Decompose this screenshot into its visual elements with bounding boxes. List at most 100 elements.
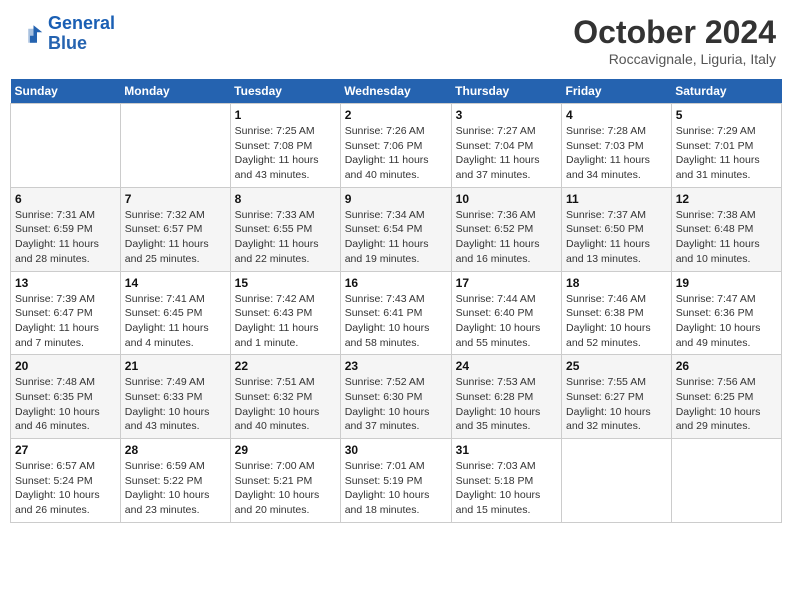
day-info: Sunrise: 7:53 AMSunset: 6:28 PMDaylight:…: [456, 375, 557, 434]
header-cell-saturday: Saturday: [671, 79, 781, 104]
week-row-2: 6Sunrise: 7:31 AMSunset: 6:59 PMDaylight…: [11, 187, 782, 271]
day-number: 10: [456, 192, 557, 206]
header-cell-tuesday: Tuesday: [230, 79, 340, 104]
day-cell: 25Sunrise: 7:55 AMSunset: 6:27 PMDayligh…: [562, 355, 672, 439]
day-cell: 3Sunrise: 7:27 AMSunset: 7:04 PMDaylight…: [451, 104, 561, 188]
day-info: Sunrise: 7:34 AMSunset: 6:54 PMDaylight:…: [345, 208, 447, 267]
day-info: Sunrise: 7:32 AMSunset: 6:57 PMDaylight:…: [125, 208, 226, 267]
day-cell: [11, 104, 121, 188]
day-info: Sunrise: 7:55 AMSunset: 6:27 PMDaylight:…: [566, 375, 667, 434]
day-cell: [562, 439, 672, 523]
day-number: 29: [235, 443, 336, 457]
logo: General Blue: [16, 14, 115, 54]
day-number: 11: [566, 192, 667, 206]
day-info: Sunrise: 7:51 AMSunset: 6:32 PMDaylight:…: [235, 375, 336, 434]
day-info: Sunrise: 7:37 AMSunset: 6:50 PMDaylight:…: [566, 208, 667, 267]
day-info: Sunrise: 7:47 AMSunset: 6:36 PMDaylight:…: [676, 292, 777, 351]
day-cell: 20 Sunrise: 7:48 AMSunset: 6:35 PMDayligh…: [11, 355, 121, 439]
day-number: 17: [456, 276, 557, 290]
day-info: Sunrise: 7:01 AMSunset: 5:19 PMDaylight:…: [345, 459, 447, 518]
day-number: 31: [456, 443, 557, 457]
header-cell-monday: Monday: [120, 79, 230, 104]
day-number: 24: [456, 359, 557, 373]
day-number: 5: [676, 108, 777, 122]
day-cell: 21Sunrise: 7:49 AMSunset: 6:33 PMDayligh…: [120, 355, 230, 439]
day-cell: 10 Sunrise: 7:36 AMSunset: 6:52 PMDayligh…: [451, 187, 561, 271]
logo-icon: [16, 20, 44, 48]
day-number: 18: [566, 276, 667, 290]
day-number: 7: [125, 192, 226, 206]
day-cell: 1Sunrise: 7:25 AMSunset: 7:08 PMDaylight…: [230, 104, 340, 188]
day-info: Sunrise: 7:38 AMSunset: 6:48 PMDaylight:…: [676, 208, 777, 267]
day-cell: [120, 104, 230, 188]
day-cell: 18 Sunrise: 7:46 AMSunset: 6:38 PMDayligh…: [562, 271, 672, 355]
header-row: SundayMondayTuesdayWednesdayThursdayFrid…: [11, 79, 782, 104]
day-info: Sunrise: 7:27 AMSunset: 7:04 PMDaylight:…: [456, 124, 557, 183]
day-info: Sunrise: 7:56 AMSunset: 6:25 PMDaylight:…: [676, 375, 777, 434]
day-cell: 19 Sunrise: 7:47 AMSunset: 6:36 PMDayligh…: [671, 271, 781, 355]
day-cell: 6Sunrise: 7:31 AMSunset: 6:59 PMDaylight…: [11, 187, 121, 271]
day-cell: 13 Sunrise: 7:39 AMSunset: 6:47 PMDayligh…: [11, 271, 121, 355]
day-number: 4: [566, 108, 667, 122]
day-info: Sunrise: 7:49 AMSunset: 6:33 PMDaylight:…: [125, 375, 226, 434]
header-cell-wednesday: Wednesday: [340, 79, 451, 104]
day-cell: [671, 439, 781, 523]
day-info: Sunrise: 7:48 AMSunset: 6:35 PMDaylight:…: [15, 375, 116, 434]
day-number: 27: [15, 443, 116, 457]
day-number: 9: [345, 192, 447, 206]
day-number: 2: [345, 108, 447, 122]
day-number: 13: [15, 276, 116, 290]
day-info: Sunrise: 6:59 AMSunset: 5:22 PMDaylight:…: [125, 459, 226, 518]
day-cell: 26 Sunrise: 7:56 AMSunset: 6:25 PMDayligh…: [671, 355, 781, 439]
day-info: Sunrise: 7:41 AMSunset: 6:45 PMDaylight:…: [125, 292, 226, 351]
day-number: 15: [235, 276, 336, 290]
title-block: October 2024 Roccavignale, Liguria, Ital…: [573, 14, 776, 67]
week-row-3: 13 Sunrise: 7:39 AMSunset: 6:47 PMDayligh…: [11, 271, 782, 355]
day-number: 26: [676, 359, 777, 373]
day-number: 28: [125, 443, 226, 457]
day-cell: 23 Sunrise: 7:52 AMSunset: 6:30 PMDayligh…: [340, 355, 451, 439]
day-number: 30: [345, 443, 447, 457]
day-cell: 16Sunrise: 7:43 AMSunset: 6:41 PMDayligh…: [340, 271, 451, 355]
day-cell: 12 Sunrise: 7:38 AMSunset: 6:48 PMDayligh…: [671, 187, 781, 271]
day-number: 23: [345, 359, 447, 373]
day-cell: 30 Sunrise: 7:01 AMSunset: 5:19 PMDayligh…: [340, 439, 451, 523]
day-info: Sunrise: 7:42 AMSunset: 6:43 PMDaylight:…: [235, 292, 336, 351]
day-info: Sunrise: 7:44 AMSunset: 6:40 PMDaylight:…: [456, 292, 557, 351]
day-info: Sunrise: 7:33 AMSunset: 6:55 PMDaylight:…: [235, 208, 336, 267]
week-row-1: 1Sunrise: 7:25 AMSunset: 7:08 PMDaylight…: [11, 104, 782, 188]
day-number: 6: [15, 192, 116, 206]
day-info: Sunrise: 7:36 AMSunset: 6:52 PMDaylight:…: [456, 208, 557, 267]
day-number: 19: [676, 276, 777, 290]
day-info: Sunrise: 7:26 AMSunset: 7:06 PMDaylight:…: [345, 124, 447, 183]
calendar-body: 1Sunrise: 7:25 AMSunset: 7:08 PMDaylight…: [11, 104, 782, 523]
day-number: 14: [125, 276, 226, 290]
day-info: Sunrise: 7:46 AMSunset: 6:38 PMDaylight:…: [566, 292, 667, 351]
calendar-table: SundayMondayTuesdayWednesdayThursdayFrid…: [10, 79, 782, 523]
header-cell-friday: Friday: [562, 79, 672, 104]
day-info: Sunrise: 7:52 AMSunset: 6:30 PMDaylight:…: [345, 375, 447, 434]
day-cell: 14 Sunrise: 7:41 AMSunset: 6:45 PMDayligh…: [120, 271, 230, 355]
day-number: 20: [15, 359, 116, 373]
day-cell: 15 Sunrise: 7:42 AMSunset: 6:43 PMDayligh…: [230, 271, 340, 355]
location-subtitle: Roccavignale, Liguria, Italy: [573, 51, 776, 67]
day-info: Sunrise: 7:39 AMSunset: 6:47 PMDaylight:…: [15, 292, 116, 351]
logo-text: General Blue: [48, 14, 115, 54]
day-info: Sunrise: 7:29 AMSunset: 7:01 PMDaylight:…: [676, 124, 777, 183]
day-number: 16: [345, 276, 447, 290]
day-cell: 8 Sunrise: 7:33 AMSunset: 6:55 PMDaylight…: [230, 187, 340, 271]
day-cell: 7 Sunrise: 7:32 AMSunset: 6:57 PMDaylight…: [120, 187, 230, 271]
day-cell: 27 Sunrise: 6:57 AMSunset: 5:24 PMDayligh…: [11, 439, 121, 523]
day-info: Sunrise: 7:28 AMSunset: 7:03 PMDaylight:…: [566, 124, 667, 183]
header-cell-sunday: Sunday: [11, 79, 121, 104]
day-cell: 24 Sunrise: 7:53 AMSunset: 6:28 PMDayligh…: [451, 355, 561, 439]
day-info: Sunrise: 7:00 AMSunset: 5:21 PMDaylight:…: [235, 459, 336, 518]
week-row-4: 20 Sunrise: 7:48 AMSunset: 6:35 PMDayligh…: [11, 355, 782, 439]
day-cell: 4 Sunrise: 7:28 AMSunset: 7:03 PMDaylight…: [562, 104, 672, 188]
day-number: 8: [235, 192, 336, 206]
day-number: 12: [676, 192, 777, 206]
day-cell: 29 Sunrise: 7:00 AMSunset: 5:21 PMDayligh…: [230, 439, 340, 523]
day-cell: 9 Sunrise: 7:34 AMSunset: 6:54 PMDaylight…: [340, 187, 451, 271]
day-info: Sunrise: 6:57 AMSunset: 5:24 PMDaylight:…: [15, 459, 116, 518]
page-header: General Blue October 2024 Roccavignale, …: [10, 10, 782, 71]
